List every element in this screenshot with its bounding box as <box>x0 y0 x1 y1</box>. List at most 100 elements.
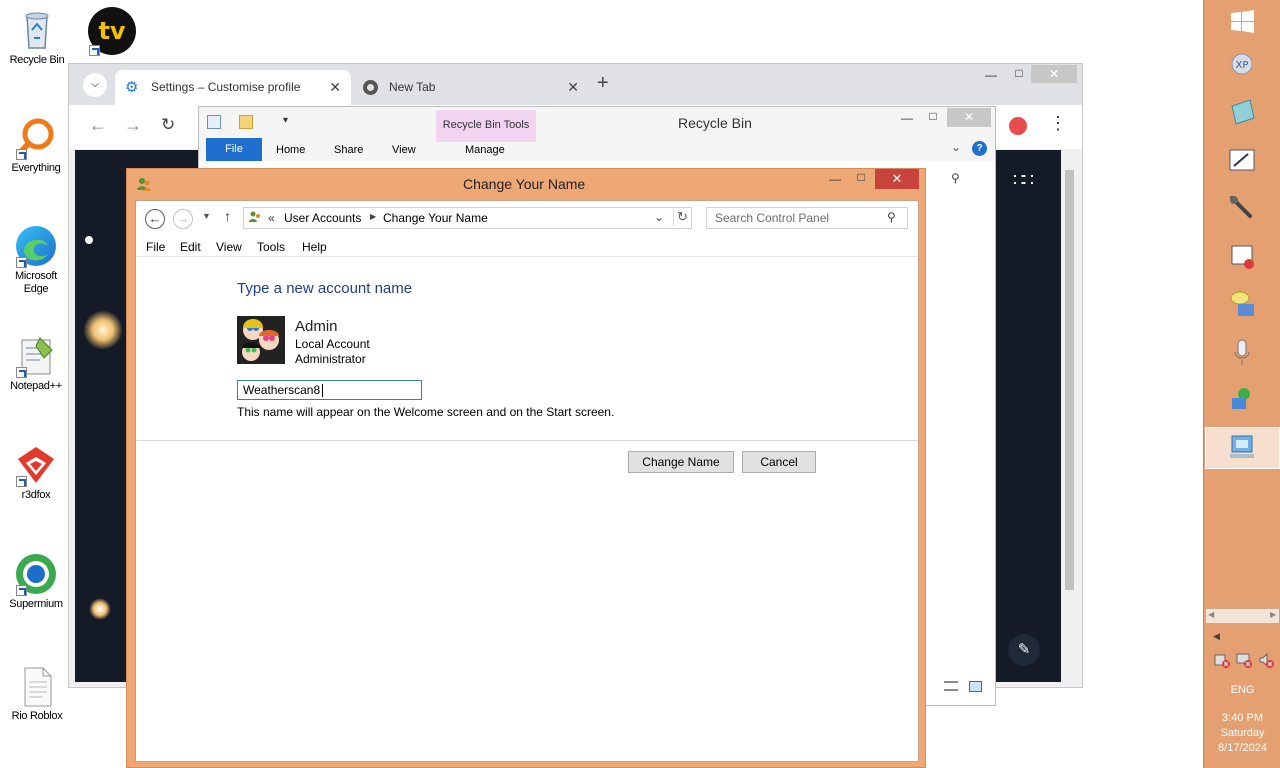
desktop-icon-everything[interactable]: Everything <box>0 116 72 175</box>
new-tab-plus-icon[interactable]: + <box>597 72 609 95</box>
scrollbar-thumb[interactable] <box>1065 170 1074 590</box>
network-icon[interactable] <box>1224 382 1260 418</box>
customize-quick-access-icon[interactable]: ▾ <box>283 115 288 126</box>
taskbar-scrollbar[interactable]: ◀ ▶ <box>1205 608 1280 624</box>
search-icon[interactable]: ⚲ <box>887 210 896 224</box>
scroll-right-arrow-icon[interactable]: ▶ <box>1270 610 1276 619</box>
desktop-icon-label: Microsoft Edge <box>15 270 57 295</box>
new-account-name-input[interactable]: Weatherscan8 <box>237 380 422 400</box>
change-name-button[interactable]: Change Name <box>628 451 734 473</box>
close-icon[interactable]: ✕ <box>329 70 341 105</box>
details-view-icon[interactable] <box>944 681 958 691</box>
breadcrumb-overflow[interactable]: « <box>268 211 275 225</box>
minimize-button[interactable]: — <box>981 68 1001 82</box>
reload-icon[interactable]: ↻ <box>161 115 175 135</box>
desktop-icon-notepadpp[interactable]: Notepad++ <box>0 334 72 393</box>
page-title: Type a new account name <box>237 280 413 297</box>
new-folder-icon[interactable] <box>239 115 253 129</box>
address-history-icon[interactable]: ⌄ <box>654 210 664 224</box>
volume-muted-icon[interactable] <box>1258 652 1274 668</box>
expand-ribbon-icon[interactable]: ⌄ <box>951 140 961 154</box>
maximize-button[interactable]: □ <box>925 109 941 123</box>
recent-locations-icon[interactable]: ▼ <box>202 211 211 221</box>
search-control-panel-input[interactable]: Search Control Panel ⚲ <box>706 207 908 229</box>
close-button[interactable]: ✕ <box>1031 65 1077 83</box>
browser-tab-strip: ⌵ ⚙ Settings – Customise profile ✕ New T… <box>69 64 1082 105</box>
chat-icon[interactable] <box>1224 286 1260 322</box>
minimize-button[interactable]: — <box>899 111 915 125</box>
tab-settings[interactable]: ⚙ Settings – Customise profile ✕ <box>115 70 351 105</box>
control-panel-taskbar-button[interactable] <box>1205 427 1280 469</box>
start-windows-icon[interactable] <box>1224 4 1260 40</box>
close-button[interactable]: ✕ <box>947 108 991 127</box>
menu-bar <box>136 233 918 257</box>
help-icon[interactable]: ? <box>972 141 987 156</box>
ribbon-tab-file[interactable]: File <box>206 138 262 161</box>
context-tab-group-label: Recycle Bin Tools <box>442 119 530 131</box>
text-file-icon <box>15 664 59 708</box>
ribbon-tab-manage[interactable]: Manage <box>465 144 505 156</box>
up-arrow-icon[interactable]: ↑ <box>224 208 231 224</box>
menu-view[interactable]: View <box>216 240 242 254</box>
cancel-button[interactable]: Cancel <box>742 451 816 473</box>
desktop-icon-supermium[interactable]: Supermium <box>0 552 72 611</box>
breadcrumb-change-your-name[interactable]: Change Your Name <box>383 211 488 225</box>
show-hidden-icons-chevron[interactable]: ◀ <box>1213 631 1220 642</box>
back-arrow-icon[interactable]: ← <box>145 209 165 229</box>
desktop-icon-r3dfox[interactable]: r3dfox <box>0 443 72 502</box>
desktop-icon-label: Everything <box>11 162 61 174</box>
back-arrow-icon[interactable]: ← <box>89 115 107 136</box>
ribbon-tab-share[interactable]: Share <box>334 144 363 156</box>
forward-arrow-icon[interactable]: → <box>173 209 193 229</box>
properties-icon[interactable] <box>207 115 221 129</box>
menu-tools[interactable]: Tools <box>257 240 285 254</box>
tab-search-button[interactable]: ⌵ <box>83 73 107 97</box>
clock[interactable]: 3:40 PM Saturday 8/17/2024 <box>1204 711 1280 756</box>
voice-recorder-icon[interactable] <box>1224 334 1260 370</box>
menu-edit[interactable]: Edit <box>180 240 201 254</box>
desktop-icon-recycle-bin[interactable]: Recycle Bin <box>1 8 73 67</box>
tab-new-tab[interactable]: New Tab ✕ <box>353 70 589 105</box>
microphone-icon[interactable] <box>1224 190 1260 226</box>
explorer-titlebar <box>199 107 995 161</box>
customize-pencil-icon[interactable]: ✎ <box>1008 634 1040 666</box>
ribbon-tab-home[interactable]: Home <box>276 144 305 156</box>
scroll-left-arrow-icon[interactable]: ◀ <box>1208 610 1214 619</box>
scrollbar[interactable] <box>1061 150 1078 682</box>
media-recorder-icon[interactable] <box>1224 238 1260 274</box>
avatar <box>237 316 285 364</box>
search-icon[interactable]: ⚲ <box>951 171 960 185</box>
minimize-button[interactable]: — <box>827 172 843 186</box>
ribbon-tab-view[interactable]: View <box>392 144 416 156</box>
book-icon[interactable] <box>1224 94 1260 130</box>
shortcut-arrow-icon <box>16 585 27 596</box>
forward-arrow-icon[interactable]: → <box>124 115 142 136</box>
input-language-indicator[interactable]: ENG <box>1204 684 1280 696</box>
desktop-icon-rio-roblox[interactable]: Rio Roblox <box>1 664 73 723</box>
desktop-icon-edge[interactable]: Microsoft Edge <box>0 224 72 296</box>
notepad-plus-plus-icon <box>14 334 58 378</box>
maximize-button[interactable]: □ <box>1009 66 1029 80</box>
close-button[interactable]: ✕ <box>875 169 919 189</box>
divider <box>136 440 918 441</box>
breadcrumb-separator-icon: ▶ <box>370 212 377 221</box>
address-bar[interactable]: « User Accounts ▶ Change Your Name ⌄ ↻ <box>243 207 692 229</box>
paint-icon[interactable] <box>1224 142 1260 178</box>
menu-file[interactable]: File <box>146 240 165 254</box>
battery-error-icon[interactable] <box>1214 652 1230 668</box>
menu-help[interactable]: Help <box>302 240 327 254</box>
svg-text:XP: XP <box>1236 60 1249 71</box>
profile-avatar[interactable] <box>1009 117 1027 135</box>
maximize-button[interactable]: □ <box>853 170 869 184</box>
breadcrumb-user-accounts[interactable]: User Accounts <box>284 211 361 225</box>
supermium-icon <box>14 552 58 596</box>
more-menu-icon[interactable]: ⋮ <box>1049 113 1067 134</box>
apps-grid-icon[interactable]: ∷∷ <box>1013 170 1034 191</box>
xp-app-icon[interactable]: XP <box>1224 46 1260 82</box>
refresh-icon[interactable]: ↻ <box>673 209 691 227</box>
large-icons-view-icon[interactable] <box>969 681 982 692</box>
desktop-icon-tv[interactable]: tv <box>76 6 148 56</box>
close-icon[interactable]: ✕ <box>567 70 579 105</box>
tab-label: New Tab <box>389 80 436 94</box>
network-error-icon[interactable] <box>1236 652 1252 668</box>
